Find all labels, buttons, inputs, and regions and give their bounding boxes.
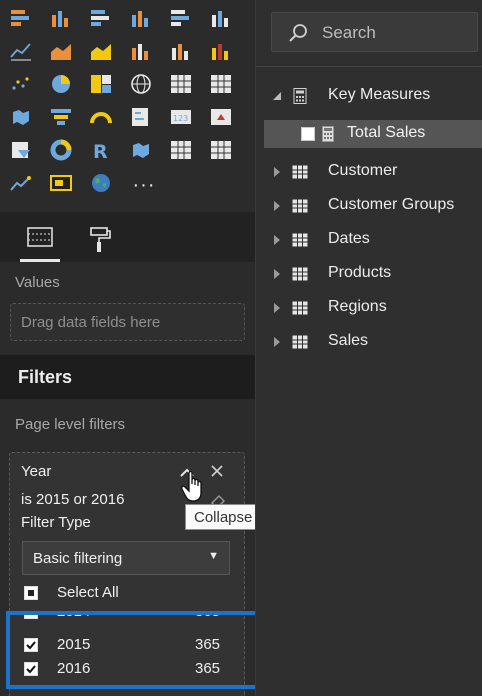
visualizations-pane: 123 R ··· Values Drag data fields here Fi…: [0, 0, 264, 696]
stacked-area-chart-icon[interactable]: [88, 39, 114, 63]
r-script-visual-icon[interactable]: R: [88, 138, 114, 162]
table-row[interactable]: Regions: [256, 295, 482, 321]
select-all-row[interactable]: Select All: [24, 583, 234, 605]
line-and-clustered-column-chart-icon[interactable]: [168, 39, 194, 63]
gauge-icon[interactable]: [88, 105, 114, 129]
card-icon[interactable]: 123: [168, 105, 194, 129]
custom-card-visual-icon[interactable]: [48, 171, 74, 195]
table-icon: [292, 165, 308, 179]
remove-filter-button[interactable]: [207, 461, 227, 481]
calculator-icon: [293, 88, 307, 104]
search-input[interactable]: Search: [271, 12, 478, 52]
table-icon: [292, 301, 308, 315]
matrix-icon[interactable]: [208, 72, 234, 96]
select-all-label: Select All: [57, 584, 119, 601]
collapsed-triangle-icon[interactable]: [272, 302, 282, 314]
kpi-icon[interactable]: [208, 105, 234, 129]
table-row[interactable]: Sales: [256, 329, 482, 355]
table-icon: [292, 267, 308, 281]
close-icon: [211, 465, 223, 477]
divider: [256, 66, 482, 67]
table-icon: [292, 199, 308, 213]
table-icon: [292, 335, 308, 349]
collapsed-triangle-icon[interactable]: [272, 200, 282, 212]
globe-map-icon[interactable]: [88, 171, 114, 195]
multi-row-card-icon[interactable]: [128, 105, 154, 129]
map-icon[interactable]: [128, 72, 154, 96]
100-stacked-bar-chart-icon[interactable]: [168, 6, 194, 30]
table-row[interactable]: Key Measures: [256, 83, 482, 109]
filter-type-label: Filter Type: [21, 514, 91, 531]
fields-pane: Search Key Measures Customer Customer Grou…: [255, 0, 482, 696]
fields-tab[interactable]: [20, 222, 60, 262]
table-row[interactable]: Dates: [256, 227, 482, 253]
filled-map-icon[interactable]: [8, 105, 34, 129]
clustered-column-chart-icon[interactable]: [128, 6, 154, 30]
calculator-icon: [322, 126, 334, 142]
stacked-bar-chart-icon[interactable]: [8, 6, 34, 30]
table-icon: [292, 233, 308, 247]
filter-summary: is 2015 or 2016: [21, 491, 125, 508]
svg-text:123: 123: [173, 114, 188, 123]
treemap-icon[interactable]: [88, 72, 114, 96]
measure-checkbox[interactable]: [301, 127, 315, 141]
slicer-icon[interactable]: [8, 138, 34, 162]
collapsed-triangle-icon[interactable]: [272, 336, 282, 348]
table-label: Key Measures: [328, 86, 431, 103]
table-icon[interactable]: [168, 72, 194, 96]
measure-label: Total Sales: [347, 124, 426, 141]
table-label: Customer Groups: [328, 196, 455, 213]
filters-title: Filters: [18, 367, 73, 387]
collapsed-triangle-icon[interactable]: [272, 166, 282, 178]
search-placeholder: Search: [322, 23, 376, 42]
line-chart-icon[interactable]: [8, 39, 34, 63]
pane-tab-bar: [0, 212, 255, 262]
paint-roller-icon: [90, 227, 111, 252]
expanded-triangle-icon[interactable]: [272, 90, 282, 102]
collapse-tooltip: Collapse: [185, 504, 264, 530]
format-tab[interactable]: [80, 222, 120, 258]
hand-pointer-cursor-icon: [180, 469, 208, 505]
custom-matrix-icon[interactable]: [208, 138, 234, 162]
collapsed-triangle-icon[interactable]: [272, 234, 282, 246]
search-icon: [289, 24, 307, 42]
svg-text:R: R: [93, 141, 108, 161]
page-level-filters-label: Page level filters: [15, 416, 126, 433]
table-row[interactable]: Products: [256, 261, 482, 287]
table-label: Dates: [328, 230, 370, 247]
funnel-icon[interactable]: [48, 105, 74, 129]
filter-type-value: Basic filtering: [33, 550, 123, 567]
collapsed-triangle-icon[interactable]: [272, 268, 282, 280]
highlight-annotation-box: [6, 611, 289, 689]
scatter-chart-icon[interactable]: [8, 72, 34, 96]
table-row[interactable]: Customer: [256, 159, 482, 185]
shape-map-icon[interactable]: [128, 138, 154, 162]
100-stacked-column-chart-icon[interactable]: [208, 6, 234, 30]
select-all-checkbox[interactable]: [24, 586, 38, 600]
table-label: Products: [328, 264, 392, 281]
pie-chart-icon[interactable]: [48, 72, 74, 96]
dropdown-arrow-icon: ▼: [208, 550, 219, 562]
donut-chart-icon[interactable]: [48, 138, 74, 162]
fields-tab-icon: [27, 227, 53, 247]
filter-type-dropdown[interactable]: Basic filtering ▼: [22, 541, 230, 575]
table-row[interactable]: Customer Groups: [256, 193, 482, 219]
table-label: Regions: [328, 298, 387, 315]
sparkline-visual-icon[interactable]: [8, 171, 34, 195]
clustered-bar-chart-icon[interactable]: [88, 6, 114, 30]
table-label: Customer: [328, 162, 398, 179]
filters-header: Filters: [0, 355, 255, 399]
custom-table-icon[interactable]: [168, 138, 194, 162]
stacked-column-chart-icon[interactable]: [48, 6, 74, 30]
filter-field-name: Year: [21, 463, 52, 480]
values-section-label: Values: [15, 274, 60, 291]
ribbon-chart-icon[interactable]: [208, 39, 234, 63]
values-drop-well[interactable]: Drag data fields here: [10, 303, 245, 341]
area-chart-icon[interactable]: [48, 39, 74, 63]
measure-row-total-sales[interactable]: Total Sales: [264, 120, 482, 148]
line-and-column-chart-icon[interactable]: [128, 39, 154, 63]
more-visuals-button[interactable]: ···: [131, 175, 157, 198]
table-label: Sales: [328, 332, 369, 349]
